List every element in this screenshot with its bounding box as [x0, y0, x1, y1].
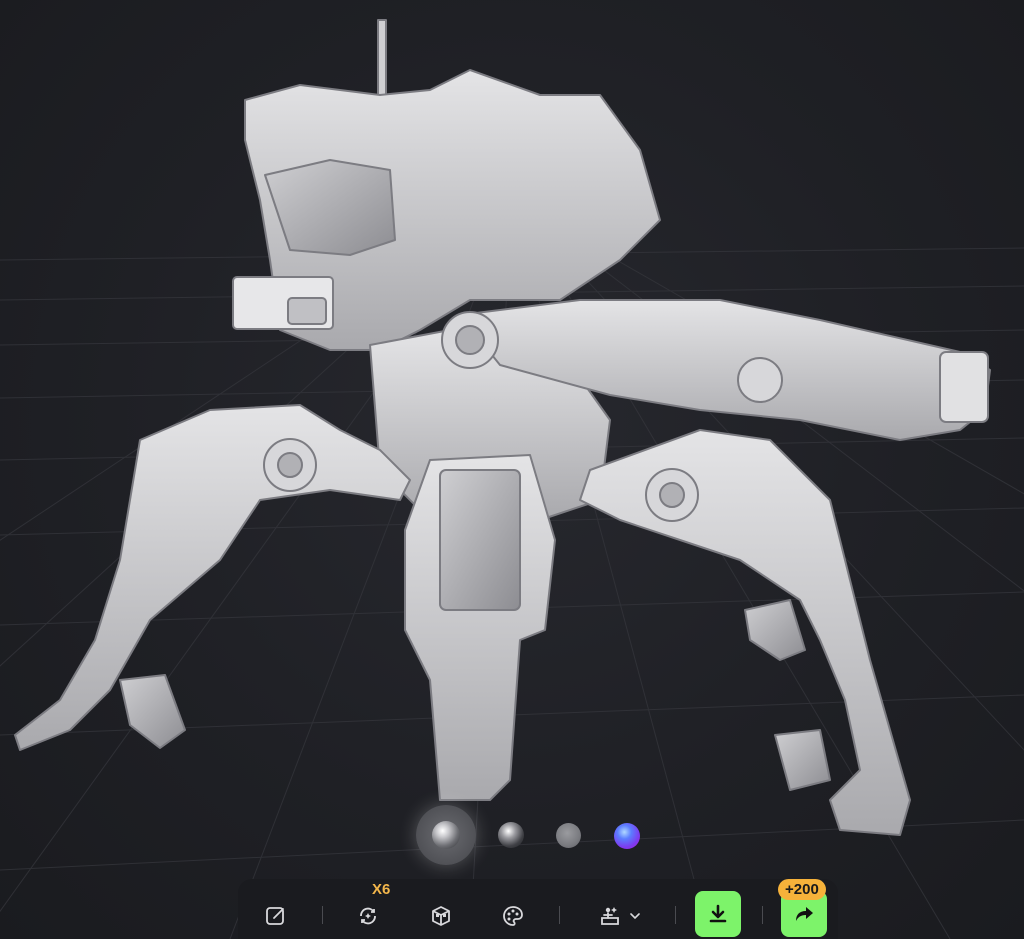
remesh-icon	[360, 907, 376, 925]
cube-icon	[432, 906, 450, 926]
toolbar-divider	[762, 906, 763, 924]
3d-viewport[interactable]: X6 +200	[0, 0, 1024, 939]
edit-icon	[266, 907, 284, 925]
share-arrow-icon	[796, 907, 813, 921]
mech-model	[14, 19, 991, 836]
rainbow-sphere-icon[interactable]	[614, 823, 640, 849]
toolbar-divider	[559, 906, 560, 924]
cube-button[interactable]	[427, 902, 455, 930]
share-reward-badge: +200	[778, 879, 826, 900]
palette-icon	[503, 906, 523, 926]
texture-button[interactable]	[499, 902, 527, 930]
clay-sphere-icon[interactable]	[432, 821, 460, 849]
matte-sphere-icon[interactable]	[556, 823, 581, 848]
download-icon	[709, 904, 727, 923]
chevron-down-icon	[630, 913, 640, 920]
remesh-count-badge: X6	[372, 881, 391, 898]
bottom-toolbar	[238, 879, 838, 939]
rig-dropdown[interactable]	[592, 902, 648, 930]
edit-button[interactable]	[262, 902, 290, 930]
rig-icon	[601, 907, 619, 925]
toolbar-divider	[322, 906, 323, 924]
metal-sphere-icon[interactable]	[498, 822, 524, 848]
remesh-button[interactable]	[354, 902, 382, 930]
download-button[interactable]	[695, 891, 741, 937]
toolbar-divider	[675, 906, 676, 924]
